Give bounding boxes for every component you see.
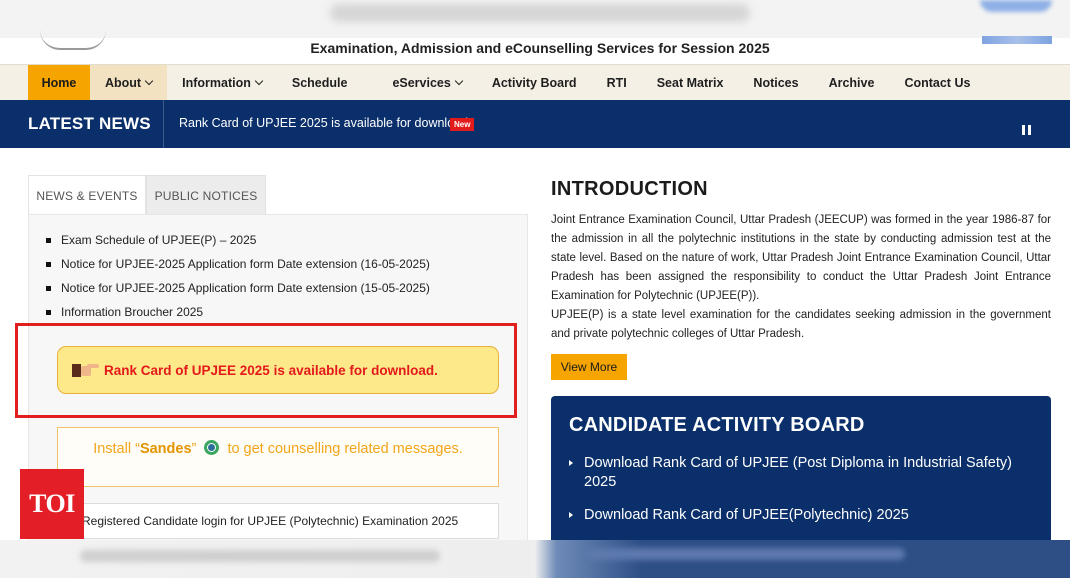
nav-information-label: Information: [182, 75, 251, 90]
sandes-suffix: to get counselling related messages.: [227, 441, 463, 457]
header-subtitle: Examination, Admission and eCounselling …: [310, 40, 770, 56]
news-item-text: Information Broucher 2025: [61, 305, 204, 319]
bottom-blur-strip: [0, 540, 1070, 578]
activity-item[interactable]: Download Rank Card of UPJEE (Post Diplom…: [569, 454, 1039, 492]
candidate-activity-board: CANDIDATE ACTIVITY BOARD Download Rank C…: [551, 396, 1051, 556]
toi-logo: TOI: [20, 469, 84, 539]
blurred-header-title: [330, 4, 750, 22]
nav-seat-matrix[interactable]: Seat Matrix: [642, 65, 739, 101]
nav-home-label: Home: [41, 75, 77, 90]
tab-public-notices[interactable]: PUBLIC NOTICES: [146, 175, 266, 215]
intro-title: INTRODUCTION: [551, 178, 708, 200]
sandes-app-icon: [204, 440, 220, 455]
nav-information[interactable]: Information: [167, 65, 277, 101]
blurred-content: [80, 550, 440, 562]
activity-item[interactable]: Download Rank Card of UPJEE(Polytechnic)…: [569, 506, 1039, 525]
news-item-text: Exam Schedule of UPJEE(P) – 2025: [61, 233, 257, 247]
news-tabs: NEWS & EVENTS PUBLIC NOTICES: [28, 175, 266, 215]
nav-about[interactable]: About: [90, 64, 168, 101]
latest-news-title: LATEST NEWS: [28, 114, 151, 133]
nav-archive[interactable]: Archive: [814, 65, 890, 101]
sandes-promo[interactable]: Install “Sandes” to get counselling rela…: [57, 427, 499, 487]
header-top-strip: [0, 0, 1070, 38]
sandes-prefix: Install “: [93, 441, 140, 457]
blurred-header-button: [980, 0, 1052, 12]
intro-paragraph: Joint Entrance Examination Council, Utta…: [551, 214, 1051, 302]
tab-news-events[interactable]: NEWS & EVENTS: [28, 175, 146, 215]
latest-news-bar: LATEST NEWS Rank Card of UPJEE 2025 is a…: [0, 100, 1070, 148]
nav-notices[interactable]: Notices: [738, 65, 813, 101]
latest-news-link[interactable]: Rank Card of UPJEE 2025 is available for…: [179, 116, 472, 130]
news-item-text: Notice for UPJEE-2025 Application form D…: [61, 257, 430, 271]
rank-card-notice-text: Rank Card of UPJEE 2025 is available for…: [104, 362, 438, 378]
chevron-down-icon: [254, 76, 264, 86]
candidate-login-link[interactable]: Registered Candidate login for UPJEE (Po…: [57, 503, 499, 539]
nav-eservices-label: eServices: [392, 75, 451, 90]
main-nav: Home About Information Schedule eService…: [0, 64, 1070, 101]
nav-activity-board-label: Activity Board: [491, 75, 577, 90]
activity-board-title: CANDIDATE ACTIVITY BOARD: [569, 414, 865, 436]
intro-paragraph: UPJEE(P) is a state level examination fo…: [551, 309, 1051, 340]
nav-rti-label: RTI: [606, 75, 627, 90]
news-item[interactable]: Information Broucher 2025: [46, 300, 430, 324]
pointing-hand-icon: [72, 361, 100, 379]
nav-schedule-label: Schedule: [291, 75, 348, 90]
nav-about-label: About: [105, 75, 142, 90]
pause-icon[interactable]: [1022, 125, 1031, 135]
nav-home[interactable]: Home: [28, 64, 90, 101]
news-list: Exam Schedule of UPJEE(P) – 2025 Notice …: [46, 228, 430, 324]
nav-contact-us[interactable]: Contact Us: [889, 65, 985, 101]
chevron-down-icon: [144, 76, 154, 86]
header-emblem: [982, 36, 1052, 44]
nav-eservices[interactable]: eServices: [362, 65, 476, 101]
news-item[interactable]: Exam Schedule of UPJEE(P) – 2025: [46, 228, 430, 252]
view-more-button[interactable]: View More: [551, 354, 627, 380]
news-item[interactable]: Notice for UPJEE-2025 Application form D…: [46, 276, 430, 300]
rank-card-notice[interactable]: Rank Card of UPJEE 2025 is available for…: [57, 346, 499, 394]
sandes-name: Sandes: [139, 441, 192, 457]
nav-activity-board[interactable]: Activity Board: [477, 65, 592, 101]
nav-schedule[interactable]: Schedule: [277, 65, 363, 101]
news-item[interactable]: Notice for UPJEE-2025 Application form D…: [46, 252, 430, 276]
intro-text: Joint Entrance Examination Council, Utta…: [551, 211, 1051, 344]
nav-notices-label: Notices: [753, 75, 799, 90]
latest-news-divider: [163, 100, 164, 148]
nav-archive-label: Archive: [828, 75, 875, 90]
blurred-content: [585, 548, 905, 560]
sandes-quote: ”: [191, 441, 197, 457]
nav-rti[interactable]: RTI: [592, 65, 642, 101]
nav-contact-us-label: Contact Us: [904, 75, 971, 90]
new-badge: New: [450, 118, 475, 131]
nav-seat-matrix-label: Seat Matrix: [656, 75, 724, 90]
news-item-text: Notice for UPJEE-2025 Application form D…: [61, 281, 430, 295]
chevron-down-icon: [454, 76, 464, 86]
